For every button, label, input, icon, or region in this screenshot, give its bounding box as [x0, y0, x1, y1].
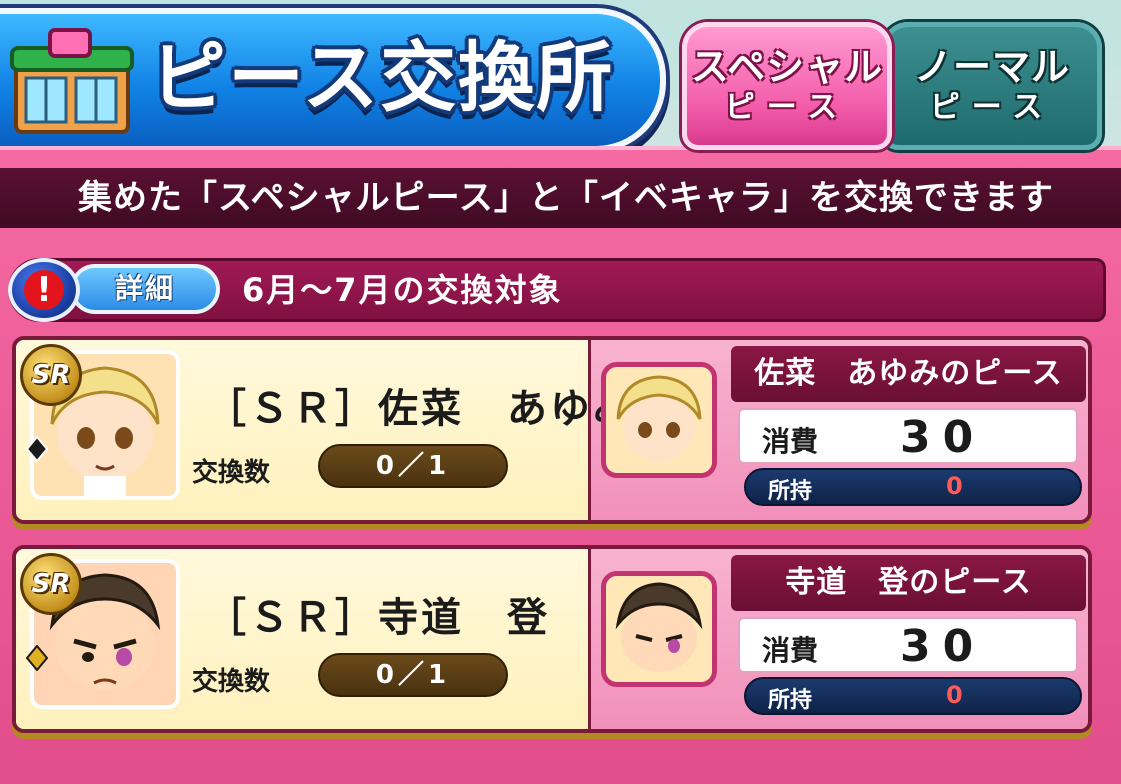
tab-normal-label-line1: ノーマル [913, 45, 1070, 90]
piece-face-icon [606, 576, 712, 682]
piece-name: 佐菜 あゆみのピース [731, 346, 1086, 402]
owned-label: 所持 [768, 688, 813, 713]
owned-row: 所持 0 [744, 677, 1082, 715]
exchange-card[interactable]: SR ［ＳＲ］佐菜 あゆみ 交換数 0／1 佐菜 あゆみのピース 消費 30 所… [12, 336, 1092, 524]
owned-value: 0 [946, 681, 963, 709]
piece-name: 寺道 登のピース [731, 555, 1086, 611]
exchange-count-label: 交換数 [192, 667, 271, 697]
exchange-count-value: 0／1 [318, 653, 508, 697]
character-name: ［ＳＲ］寺道 登 [206, 595, 550, 641]
shop-banner: ピース交換所 [0, 8, 666, 152]
exchange-count-value: 0／1 [318, 444, 508, 488]
tab-special-piece[interactable]: スペシャル ピース [682, 22, 892, 150]
diamond-icon [26, 645, 48, 671]
cost-label: 消費 [762, 634, 819, 667]
tab-special-label-line1: スペシャル [690, 45, 884, 90]
rarity-badge: SR [20, 553, 82, 615]
piece-portrait [601, 362, 717, 478]
piece-face-icon [606, 367, 712, 473]
diamond-icon [26, 436, 48, 462]
tab-normal-label-line2: ピース [929, 90, 1055, 126]
cost-value: 30 [900, 621, 986, 672]
shop-building-icon [10, 28, 134, 134]
cost-row: 消費 30 [738, 408, 1078, 464]
cost-label: 消費 [762, 425, 819, 458]
owned-value: 0 [946, 472, 963, 500]
alert-icon: ! [8, 258, 80, 322]
owned-row: 所持 0 [744, 468, 1082, 506]
cost-row: 消費 30 [738, 617, 1078, 673]
tab-special-label-line2: ピース [724, 90, 850, 126]
tab-normal-piece[interactable]: ノーマル ピース [882, 22, 1102, 150]
info-message: 集めた「スペシャルピース」と「イベキャラ」を交換できます [0, 168, 1121, 228]
period-title: 6月〜7月の交換対象 [242, 271, 563, 309]
character-name: ［ＳＲ］佐菜 あゆみ [206, 386, 636, 432]
exchange-card[interactable]: SR ［ＳＲ］寺道 登 交換数 0／1 寺道 登のピース 消費 30 所持 0 [12, 545, 1092, 733]
detail-button[interactable]: 詳細 [70, 264, 220, 314]
rarity-badge: SR [20, 344, 82, 406]
exchange-count-label: 交換数 [192, 458, 271, 488]
owned-label: 所持 [768, 479, 813, 504]
exclamation-icon: ! [24, 270, 64, 310]
piece-portrait [601, 571, 717, 687]
cost-value: 30 [900, 412, 986, 463]
card-divider [588, 549, 591, 729]
page-title: ピース交換所 [150, 33, 615, 122]
